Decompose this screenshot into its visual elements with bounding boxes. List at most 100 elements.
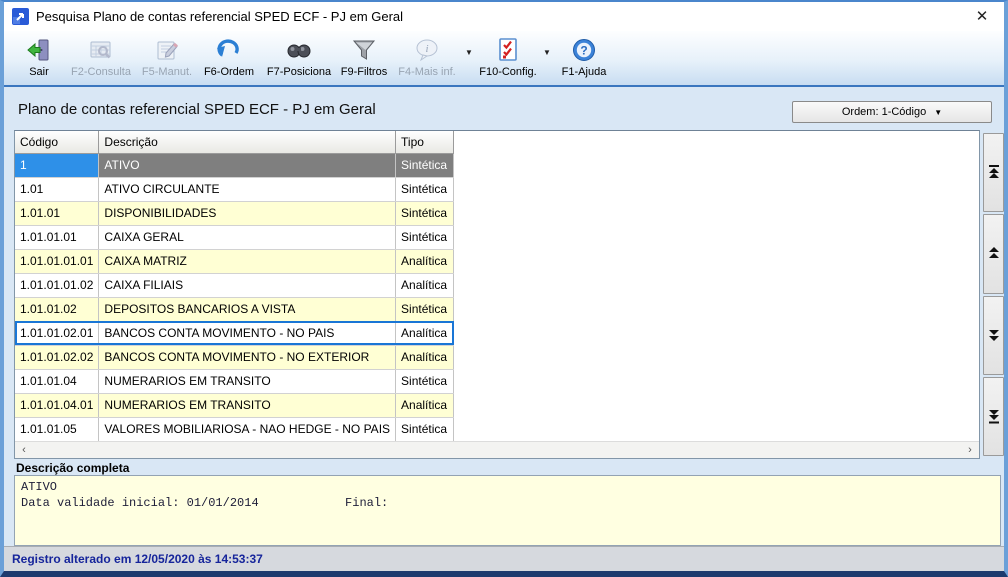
column-header-codigo[interactable]: Código <box>15 131 99 153</box>
full-description-memo[interactable]: ATIVO Data validade inicial: 01/01/2014 … <box>14 475 1001 546</box>
f2-consulta-button: F2-Consulta <box>64 31 138 85</box>
cell-tipo[interactable]: Analítica <box>396 321 454 345</box>
cell-descricao[interactable]: DISPONIBILIDADES <box>99 201 396 225</box>
cell-tipo[interactable]: Sintética <box>396 225 454 249</box>
cell-descricao[interactable]: BANCOS CONTA MOVIMENTO - NO PAIS <box>99 321 396 345</box>
accounts-table: Código Descrição Tipo 1ATIVOSintética 1.… <box>15 131 454 442</box>
f5-manut-button: F5-Manut. <box>138 31 196 85</box>
filter-funnel-icon <box>351 35 377 65</box>
accounts-grid: Código Descrição Tipo 1ATIVOSintética 1.… <box>14 130 980 459</box>
cell-tipo[interactable]: Sintética <box>396 177 454 201</box>
cell-tipo[interactable]: Sintética <box>396 153 454 177</box>
record-nav-column <box>983 133 1004 456</box>
cell-codigo[interactable]: 1.01.01.04 <box>15 369 99 393</box>
cell-descricao[interactable]: CAIXA GERAL <box>99 225 396 249</box>
toolbar-label: F1-Ajuda <box>562 66 607 78</box>
cell-descricao[interactable]: NUMERARIOS EM TRANSITO <box>99 369 396 393</box>
cell-codigo[interactable]: 1.01.01 <box>15 201 99 225</box>
cell-codigo[interactable]: 1 <box>15 153 99 177</box>
cell-codigo[interactable]: 1.01.01.05 <box>15 417 99 441</box>
table-row[interactable]: 1.01.01DISPONIBILIDADESSintética <box>15 201 454 225</box>
cell-descricao[interactable]: ATIVO <box>99 153 396 177</box>
next-page-icon[interactable] <box>983 296 1004 375</box>
cell-descricao[interactable]: CAIXA FILIAIS <box>99 273 396 297</box>
table-row[interactable]: 1.01.01.01.02CAIXA FILIAISAnalítica <box>15 273 454 297</box>
cell-descricao[interactable]: ATIVO CIRCULANTE <box>99 177 396 201</box>
table-row[interactable]: 1.01.01.04NUMERARIOS EM TRANSITOSintétic… <box>15 369 454 393</box>
cell-codigo[interactable]: 1.01.01.01 <box>15 225 99 249</box>
table-header-row: Código Descrição Tipo <box>15 131 454 153</box>
status-text: Registro alterado em 12/05/2020 às 14:53… <box>12 552 263 566</box>
window-title: Pesquisa Plano de contas referencial SPE… <box>36 9 403 24</box>
exit-door-icon <box>26 35 52 65</box>
cell-tipo[interactable]: Sintética <box>396 417 454 441</box>
cell-descricao[interactable]: CAIXA MATRIZ <box>99 249 396 273</box>
cell-tipo[interactable]: Sintética <box>396 369 454 393</box>
arrow-up-right-icon <box>12 8 29 25</box>
f4-mais-inf-button: i F4-Mais inf. <box>392 31 462 85</box>
cell-codigo[interactable]: 1.01.01.01.02 <box>15 273 99 297</box>
horizontal-scrollbar[interactable]: ‹ › <box>15 441 979 458</box>
scroll-right-icon[interactable]: › <box>961 444 979 456</box>
table-row[interactable]: 1.01.01.01CAIXA GERALSintética <box>15 225 454 249</box>
toolbar: Sair F2-Consulta <box>4 31 1004 87</box>
cell-codigo[interactable]: 1.01.01.01.01 <box>15 249 99 273</box>
cell-descricao[interactable]: VALORES MOBILIARIOSA - NAO HEDGE - NO PA… <box>99 417 396 441</box>
toolbar-label: F4-Mais inf. <box>398 66 455 78</box>
first-record-icon[interactable] <box>983 133 1004 212</box>
cell-tipo[interactable]: Analítica <box>396 345 454 369</box>
order-selector-button[interactable]: Ordem: 1-Código ▼ <box>792 101 992 123</box>
f1-ajuda-button[interactable]: ? F1-Ajuda <box>554 31 614 85</box>
column-header-tipo[interactable]: Tipo <box>396 131 454 153</box>
table-row[interactable]: 1.01.01.02DEPOSITOS BANCARIOS A VISTASin… <box>15 297 454 321</box>
title-bar: Pesquisa Plano de contas referencial SPE… <box>4 2 1004 31</box>
toolbar-label: F10-Config. <box>479 66 536 78</box>
close-icon[interactable]: ✕ <box>972 7 992 27</box>
toolbar-label: F2-Consulta <box>71 66 131 78</box>
order-selector-label: Ordem: 1-Código <box>842 106 926 118</box>
sair-button[interactable]: Sair <box>14 31 64 85</box>
binoculars-icon <box>285 35 313 65</box>
toolbar-label: F7-Posiciona <box>267 66 331 78</box>
cell-descricao[interactable]: DEPOSITOS BANCARIOS A VISTA <box>99 297 396 321</box>
order-undo-arrow-icon <box>215 35 243 65</box>
f7-posiciona-button[interactable]: F7-Posiciona <box>262 31 336 85</box>
previous-page-icon[interactable] <box>983 214 1004 293</box>
cell-descricao[interactable]: NUMERARIOS EM TRANSITO <box>99 393 396 417</box>
checklist-icon <box>496 35 520 65</box>
table-row[interactable]: 1.01.01.04.01NUMERARIOS EM TRANSITOAnalí… <box>15 393 454 417</box>
page-title: Plano de contas referencial SPED ECF - P… <box>18 101 376 118</box>
table-row[interactable]: 1.01.01.01.01CAIXA MATRIZAnalítica <box>15 249 454 273</box>
table-row[interactable]: 1.01.01.02.02BANCOS CONTA MOVIMENTO - NO… <box>15 345 454 369</box>
column-header-descricao[interactable]: Descrição <box>99 131 396 153</box>
cell-codigo[interactable]: 1.01.01.02.02 <box>15 345 99 369</box>
cell-descricao[interactable]: BANCOS CONTA MOVIMENTO - NO EXTERIOR <box>99 345 396 369</box>
toolbar-label: Sair <box>29 66 49 78</box>
chevron-down-icon: ▼ <box>934 108 942 117</box>
cell-codigo[interactable]: 1.01.01.04.01 <box>15 393 99 417</box>
toolbar-label: F6-Ordem <box>204 66 254 78</box>
cell-tipo[interactable]: Analítica <box>396 249 454 273</box>
table-row[interactable]: 1.01.01.02.01BANCOS CONTA MOVIMENTO - NO… <box>15 321 454 345</box>
cell-tipo[interactable]: Analítica <box>396 273 454 297</box>
toolbar-label: F5-Manut. <box>142 66 192 78</box>
scroll-left-icon[interactable]: ‹ <box>15 444 33 456</box>
cell-tipo[interactable]: Sintética <box>396 297 454 321</box>
detail-panel-label: Descrição completa <box>16 461 129 475</box>
f9-filtros-button[interactable]: F9-Filtros <box>336 31 392 85</box>
last-record-icon[interactable] <box>983 377 1004 456</box>
cell-codigo[interactable]: 1.01.01.02 <box>15 297 99 321</box>
f10-config-button[interactable]: F10-Config. <box>476 31 540 85</box>
f6-ordem-button[interactable]: F6-Ordem <box>196 31 262 85</box>
table-row[interactable]: 1.01ATIVO CIRCULANTESintética <box>15 177 454 201</box>
cell-codigo[interactable]: 1.01.01.02.01 <box>15 321 99 345</box>
cell-codigo[interactable]: 1.01 <box>15 177 99 201</box>
table-row[interactable]: 1ATIVOSintética <box>15 153 454 177</box>
cell-tipo[interactable]: Analítica <box>396 393 454 417</box>
help-question-icon: ? <box>571 35 597 65</box>
mais-inf-dropdown-icon[interactable]: ▼ <box>462 31 476 85</box>
table-row[interactable]: 1.01.01.05VALORES MOBILIARIOSA - NAO HED… <box>15 417 454 441</box>
config-dropdown-icon[interactable]: ▼ <box>540 31 554 85</box>
toolbar-label: F9-Filtros <box>341 66 387 78</box>
cell-tipo[interactable]: Sintética <box>396 201 454 225</box>
